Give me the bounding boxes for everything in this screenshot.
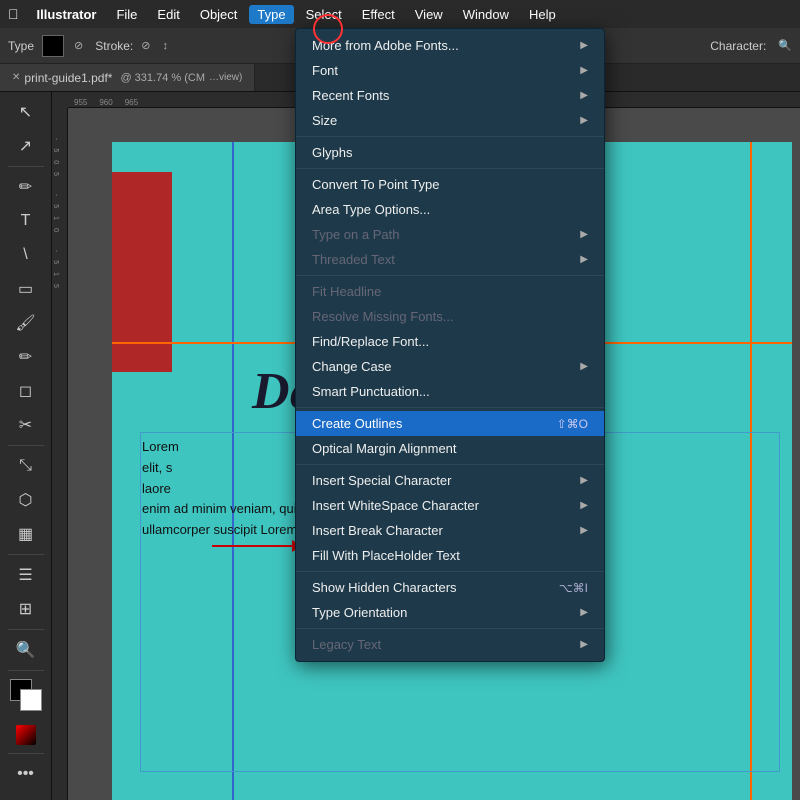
tool-separator xyxy=(8,166,44,167)
menu-item-file[interactable]: File xyxy=(108,5,145,24)
graph-tool-icon[interactable]: ☰ xyxy=(10,559,42,591)
tab-zoom: @ 331.74 % (CM xyxy=(120,72,205,84)
menu-divider-4 xyxy=(296,407,604,408)
menu-item-show-hidden[interactable]: Show Hidden Characters ⌥⌘I xyxy=(296,575,604,600)
tool-separator-6 xyxy=(8,753,44,754)
menu-divider-7 xyxy=(296,628,604,629)
menu-item-area-type[interactable]: Area Type Options... xyxy=(296,197,604,222)
menu-item-resolve-fonts: Resolve Missing Fonts... xyxy=(296,304,604,329)
tool-separator-4 xyxy=(8,629,44,630)
menu-divider-3 xyxy=(296,275,604,276)
menu-item-fill-placeholder[interactable]: Fill With PlaceHolder Text xyxy=(296,543,604,568)
menu-item-help[interactable]: Help xyxy=(521,5,564,24)
ruler-left: -505 -510 -515 xyxy=(52,108,68,800)
menu-item-window[interactable]: Window xyxy=(455,5,517,24)
gradient-tool-icon[interactable]: ▦ xyxy=(10,518,42,550)
shape-tool-icon[interactable]: ▭ xyxy=(10,273,42,305)
menu-item-type[interactable]: Type xyxy=(249,5,293,24)
menu-item-type-on-path: Type on a Path xyxy=(296,222,604,247)
menu-item-recent-fonts[interactable]: Recent Fonts xyxy=(296,83,604,108)
menu-item-effect[interactable]: Effect xyxy=(354,5,403,24)
menu-divider-2 xyxy=(296,168,604,169)
menu-divider-6 xyxy=(296,571,604,572)
menu-item-edit[interactable]: Edit xyxy=(149,5,187,24)
create-outlines-shortcut: ⇧⌘O xyxy=(557,417,588,431)
tab-name: print-guide1.pdf* xyxy=(24,71,112,85)
tool-separator-2 xyxy=(8,445,44,446)
document-tab[interactable]: ✕ print-guide1.pdf* @ 331.74 % (CM …view… xyxy=(0,64,255,91)
arrow-indicator xyxy=(212,540,302,552)
menu-item-size[interactable]: Size xyxy=(296,108,604,133)
ruler-corner xyxy=(52,92,68,108)
tool-separator-5 xyxy=(8,670,44,671)
line-tool-icon[interactable]: \ xyxy=(10,239,42,271)
eraser-tool-icon[interactable]: ◻ xyxy=(10,375,42,407)
selection-tool-icon[interactable]: ↖ xyxy=(10,96,42,128)
menu-item-type-orientation[interactable]: Type Orientation xyxy=(296,600,604,625)
character-label: Character: xyxy=(710,39,766,53)
stroke-label: Stroke: xyxy=(95,39,133,53)
menu-bar:  Illustrator File Edit Object Type Sele… xyxy=(0,0,800,28)
menu-item-illustrator[interactable]: Illustrator xyxy=(29,5,105,24)
pencil-tool-icon[interactable]: ✏ xyxy=(10,341,42,373)
arrow-line xyxy=(212,545,292,547)
pen-tool-icon[interactable]: ✏ xyxy=(10,171,42,203)
scissors-tool-icon[interactable]: ✂ xyxy=(10,409,42,441)
type-dropdown-menu: More from Adobe Fonts... Font Recent Fon… xyxy=(295,28,605,662)
menu-item-insert-special[interactable]: Insert Special Character xyxy=(296,468,604,493)
menu-item-smart-punctuation[interactable]: Smart Punctuation... xyxy=(296,379,604,404)
background-color-swatch[interactable] xyxy=(20,689,42,711)
more-tools-icon[interactable]: ••• xyxy=(10,758,42,790)
blend-tool-icon[interactable]: ⬡ xyxy=(10,484,42,516)
tab-close-button[interactable]: ✕ xyxy=(12,72,20,83)
menu-item-fit-headline: Fit Headline xyxy=(296,279,604,304)
type-tool-label: Type xyxy=(8,39,34,53)
menu-item-insert-break[interactable]: Insert Break Character xyxy=(296,518,604,543)
menu-item-change-case[interactable]: Change Case xyxy=(296,354,604,379)
menu-item-threaded-text: Threaded Text xyxy=(296,247,604,272)
type-tool-icon[interactable]: T xyxy=(10,205,42,237)
direct-selection-tool-icon[interactable]: ↗ xyxy=(10,130,42,162)
tool-separator-3 xyxy=(8,554,44,555)
menu-item-view[interactable]: View xyxy=(407,5,451,24)
menu-item-font[interactable]: Font xyxy=(296,58,604,83)
menu-item-find-replace-font[interactable]: Find/Replace Font... xyxy=(296,329,604,354)
menu-item-optical-margin[interactable]: Optical Margin Alignment xyxy=(296,436,604,461)
scale-tool-icon[interactable]: ⤡ xyxy=(10,450,42,482)
menu-item-create-outlines[interactable]: Create Outlines ⇧⌘O xyxy=(296,411,604,436)
zoom-tool-icon[interactable]: 🔍 xyxy=(10,634,42,666)
menu-item-object[interactable]: Object xyxy=(192,5,246,24)
tools-panel: ↖ ↗ ✏ T \ ▭ 🖌 ✏ ◻ ✂ ⤡ ⬡ ▦ ☰ ⊞ 🔍 ••• xyxy=(0,92,52,800)
menu-divider-1 xyxy=(296,136,604,137)
show-hidden-shortcut: ⌥⌘I xyxy=(559,581,588,595)
menu-item-select[interactable]: Select xyxy=(298,5,350,24)
arrow-graphic xyxy=(212,540,302,552)
gradient-swatch[interactable] xyxy=(16,725,36,745)
menu-item-insert-whitespace[interactable]: Insert WhiteSpace Character xyxy=(296,493,604,518)
menu-item-convert-point[interactable]: Convert To Point Type xyxy=(296,172,604,197)
mesh-tool-icon[interactable]: ⊞ xyxy=(10,593,42,625)
menu-item-more-fonts[interactable]: More from Adobe Fonts... xyxy=(296,33,604,58)
paintbrush-tool-icon[interactable]: 🖌 xyxy=(10,307,42,339)
apple-logo-icon[interactable]:  xyxy=(8,6,19,22)
menu-section-glyphs[interactable]: Glyphs xyxy=(296,140,604,165)
color-swatch[interactable] xyxy=(42,35,64,57)
menu-item-legacy-text: Legacy Text xyxy=(296,632,604,657)
menu-divider-5 xyxy=(296,464,604,465)
